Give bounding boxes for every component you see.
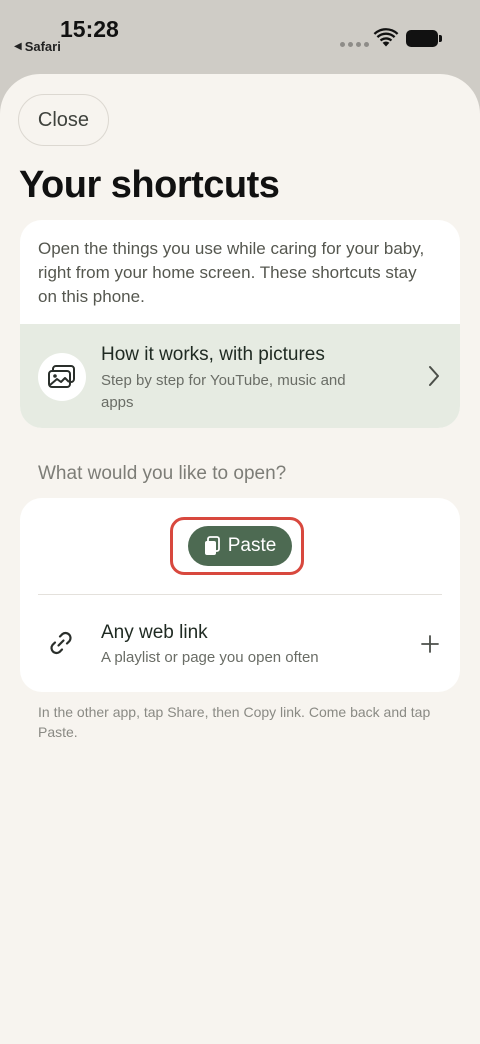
web-link-title[interactable]: Any web link [101, 622, 208, 644]
section-label: What would you like to open? [38, 463, 287, 484]
plus-icon[interactable] [420, 634, 440, 654]
back-to-app-button[interactable]: ◀ Safari [14, 39, 61, 54]
page-title: Your shortcuts [19, 164, 280, 206]
photos-icon [38, 353, 86, 401]
how-it-works-subtitle: Step by step for YouTube, music and apps [101, 372, 346, 411]
paste-button[interactable]: Paste [188, 526, 292, 566]
status-bar: 15:28 ◀ Safari [0, 0, 480, 72]
how-it-works-title: How it works, with pictures [101, 344, 325, 365]
back-arrow-icon: ◀ [14, 41, 22, 52]
how-it-works-row[interactable]: How it works, with pictures Step by step… [20, 324, 460, 428]
shortcuts-sheet: Close Your shortcuts Open the things you… [0, 74, 480, 1044]
status-time: 15:28 [60, 16, 119, 42]
chevron-right-icon [429, 366, 439, 386]
clipboard-icon [204, 536, 220, 555]
signal-dots-icon [340, 42, 369, 47]
divider [38, 594, 442, 595]
open-options-card: Paste Any web link A playlist or page yo… [20, 498, 460, 692]
close-button[interactable]: Close [18, 94, 109, 146]
battery-icon [406, 30, 442, 47]
intro-text: Open the things you use while caring for… [38, 239, 425, 306]
link-icon [50, 631, 72, 655]
paste-label: Paste [227, 535, 277, 556]
back-app-label: Safari [24, 39, 61, 54]
intro-card: Open the things you use while caring for… [20, 220, 460, 428]
wifi-icon [373, 28, 399, 47]
web-link-subtitle: A playlist or page you open often [101, 649, 319, 666]
help-text: In the other app, tap Share, then Copy l… [38, 704, 431, 740]
